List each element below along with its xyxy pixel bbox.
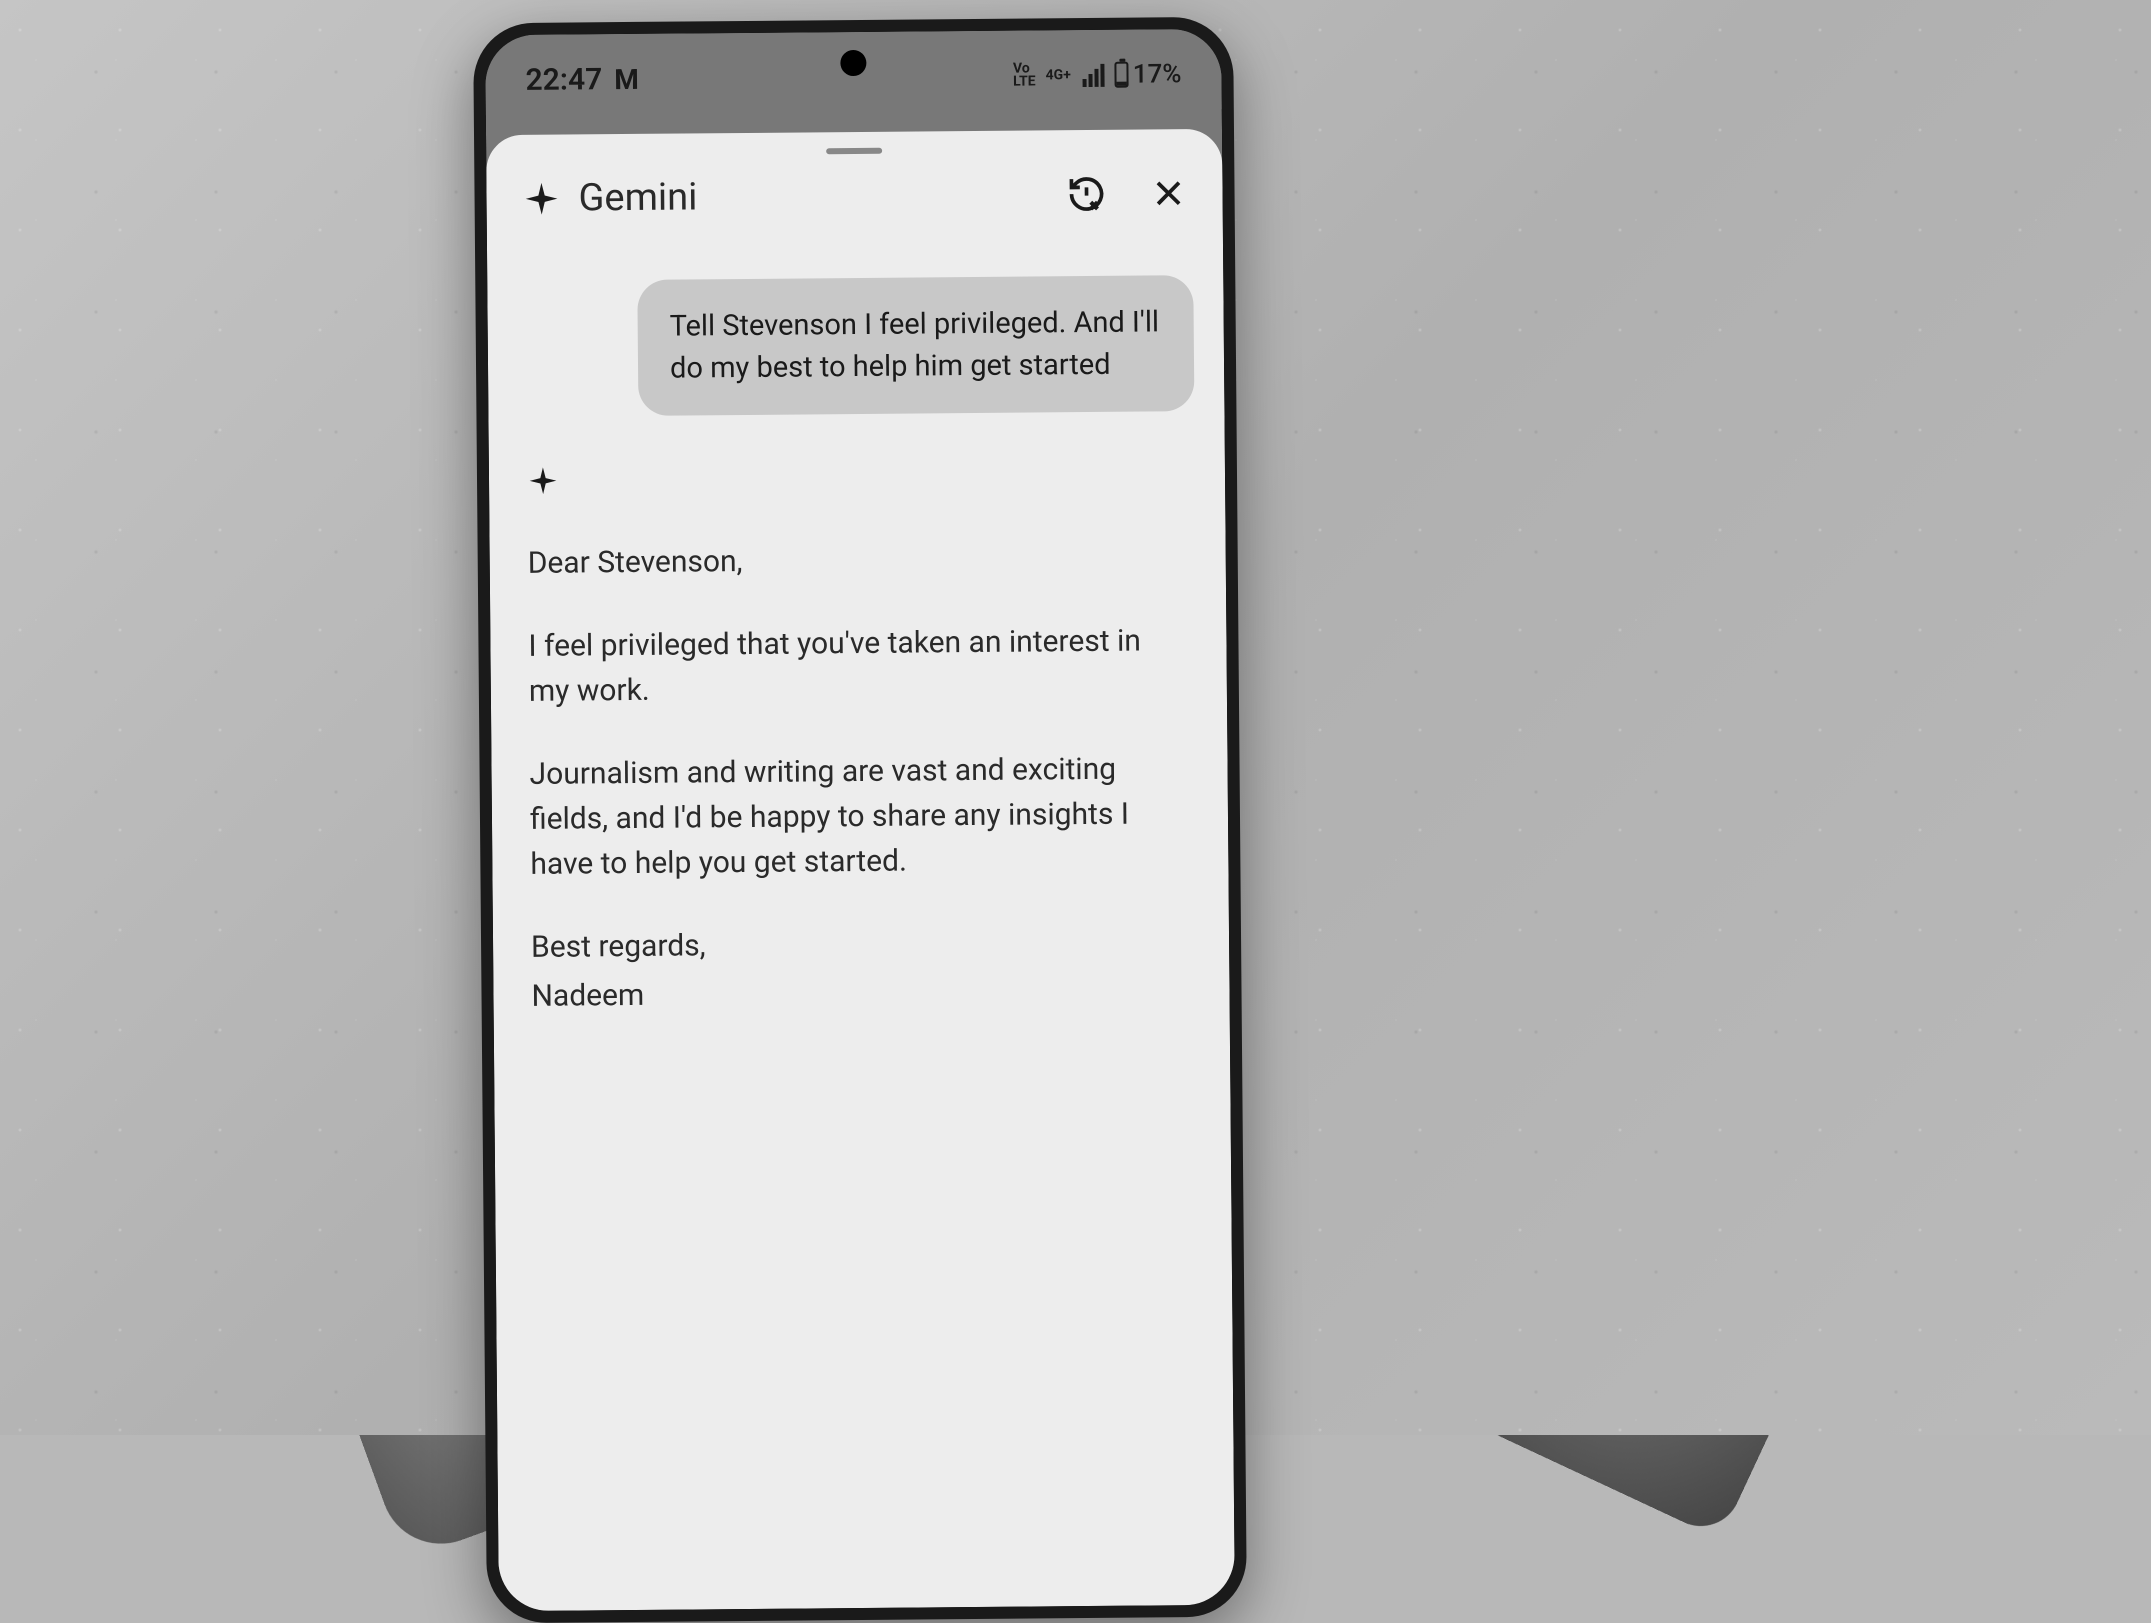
battery-icon [1115,62,1129,88]
battery-percent: 17% [1133,59,1182,89]
phone-screen: 22:47 M Vo LTE 4G+ [485,29,1235,1611]
assistant-response[interactable]: Dear Stevenson, I feel privileged that y… [520,535,1200,1019]
app-sheet: Gemini [486,129,1235,1611]
response-paragraph-1: I feel privileged that you've taken an i… [528,618,1189,714]
drag-handle[interactable] [826,148,882,154]
chat-content: Tell Stevenson I feel privileged. And I'… [487,275,1229,1019]
app-header: Gemini [486,171,1222,221]
close-icon[interactable] [1150,175,1186,211]
response-greeting: Dear Stevenson, [528,535,1188,586]
phone-frame: 22:47 M Vo LTE 4G+ [485,29,1235,1611]
response-signoff: Best regards, [531,919,1191,970]
camera-notch [840,50,866,76]
gmail-icon: M [614,62,639,95]
network-type-label: 4G+ [1046,67,1071,83]
response-paragraph-2: Journalism and writing are vast and exci… [529,746,1190,887]
user-message-text: Tell Stevenson I feel privileged. And I'… [670,305,1160,385]
status-right: Vo LTE 4G+ 17% [1013,59,1182,90]
app-title: Gemini [578,175,697,220]
app-title-wrap: Gemini [522,175,697,221]
response-name: Nadeem [531,968,1191,1019]
header-actions [1066,173,1186,214]
status-left: 22:47 M [525,61,639,97]
volte-icon: Vo LTE [1013,63,1036,88]
phone-device: 22:47 M Vo LTE 4G+ [473,17,1247,1623]
sparkle-icon [522,180,560,218]
response-sparkle-icon [519,459,1195,501]
signal-icon [1083,63,1105,87]
status-time: 22:47 [525,62,602,98]
user-message-bubble[interactable]: Tell Stevenson I feel privileged. And I'… [637,275,1194,416]
battery-indicator: 17% [1115,59,1182,90]
history-reset-icon[interactable] [1066,174,1106,214]
